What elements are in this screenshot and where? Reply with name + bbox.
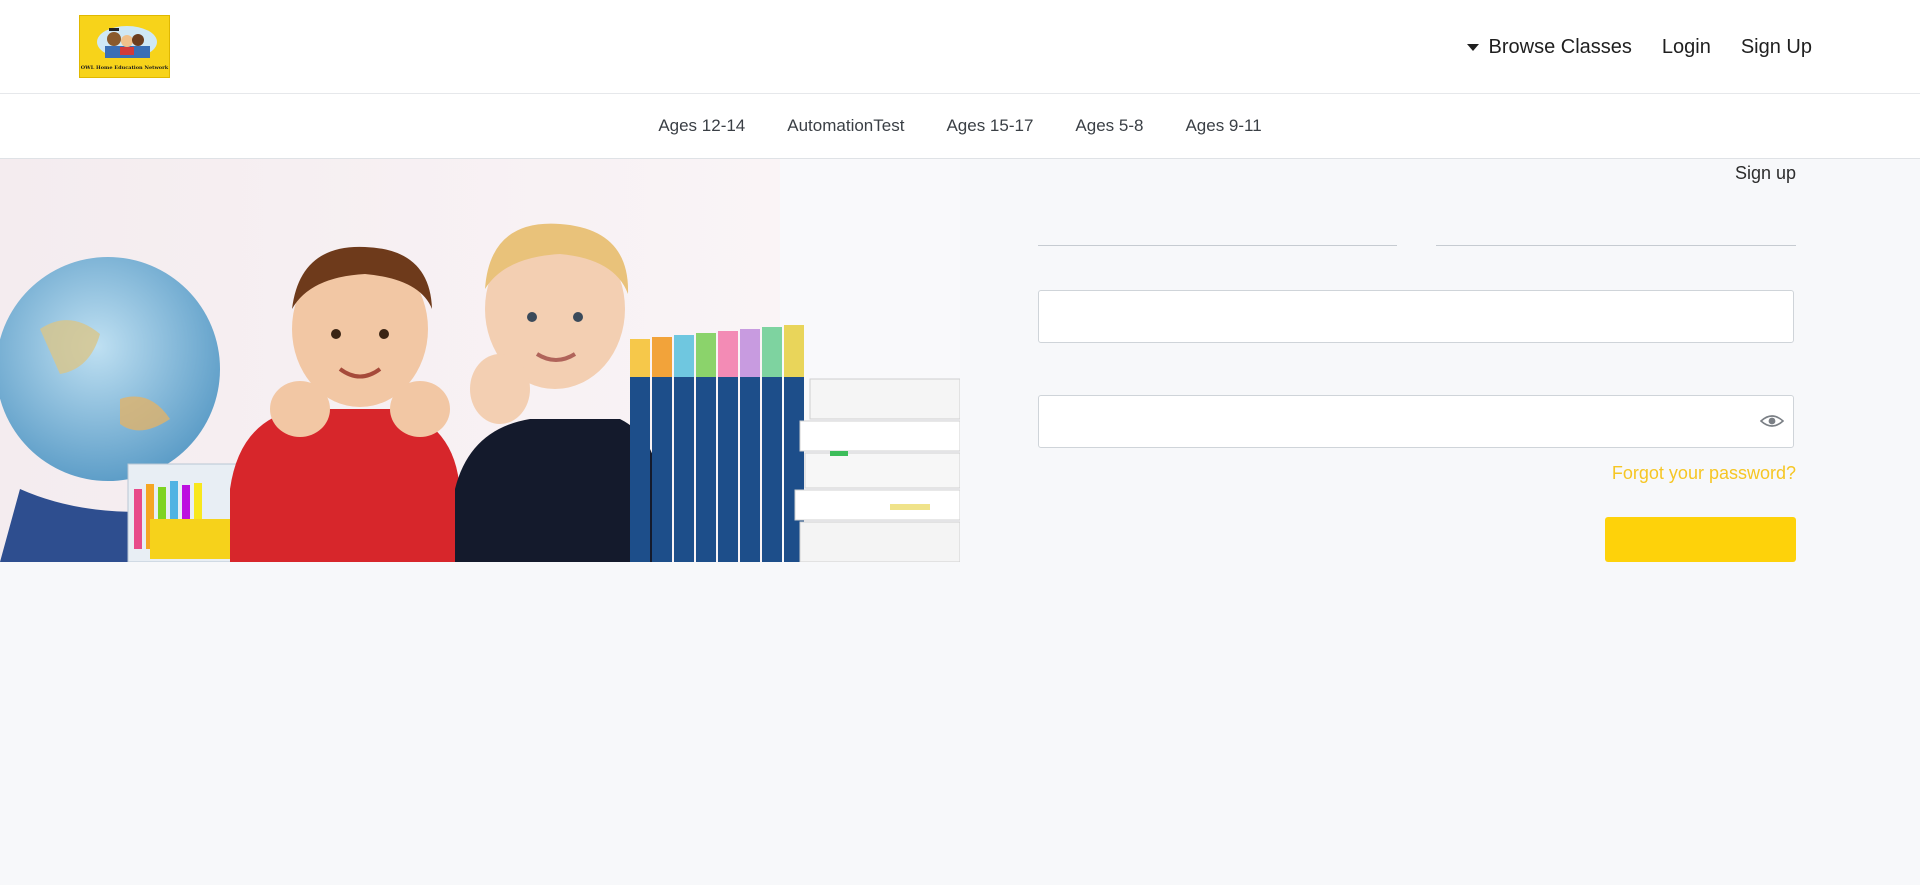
category-ages-15-17[interactable]: Ages 15-17	[946, 116, 1033, 136]
signup-nav-link[interactable]: Sign Up	[1741, 36, 1812, 59]
eye-icon[interactable]	[1760, 413, 1784, 429]
caret-down-icon	[1466, 44, 1479, 51]
hero-image	[0, 159, 960, 562]
category-ages-9-11[interactable]: Ages 9-11	[1185, 116, 1261, 136]
category-bar: Ages 12-14 AutomationTest Ages 15-17 Age…	[0, 94, 1920, 159]
category-ages-5-8[interactable]: Ages 5-8	[1075, 116, 1143, 136]
browse-classes-label: Browse Classes	[1488, 35, 1632, 58]
logo-caption: OWL Home Education Network	[80, 65, 169, 71]
hero-kids-illustration	[0, 159, 960, 562]
tab-underline-left	[1038, 245, 1397, 246]
tab-underline-right	[1436, 245, 1796, 246]
category-automationtest[interactable]: AutomationTest	[787, 116, 904, 136]
site-header: OWL Home Education Network Browse Classe…	[0, 0, 1920, 94]
password-input[interactable]	[1038, 395, 1794, 448]
login-form: Sign up Forgot your password?	[1038, 159, 1796, 579]
browse-classes-dropdown[interactable]: Browse Classes	[1466, 35, 1632, 59]
forgot-password-link[interactable]: Forgot your password?	[1612, 463, 1796, 484]
site-logo[interactable]: OWL Home Education Network	[79, 15, 170, 78]
login-link[interactable]: Login	[1662, 36, 1711, 59]
email-input[interactable]	[1038, 290, 1794, 343]
top-navigation: Browse Classes Login Sign Up	[1466, 32, 1812, 62]
signup-link[interactable]: Sign up	[1735, 163, 1796, 184]
login-submit-button[interactable]	[1605, 517, 1796, 562]
category-ages-12-14[interactable]: Ages 12-14	[658, 116, 745, 136]
